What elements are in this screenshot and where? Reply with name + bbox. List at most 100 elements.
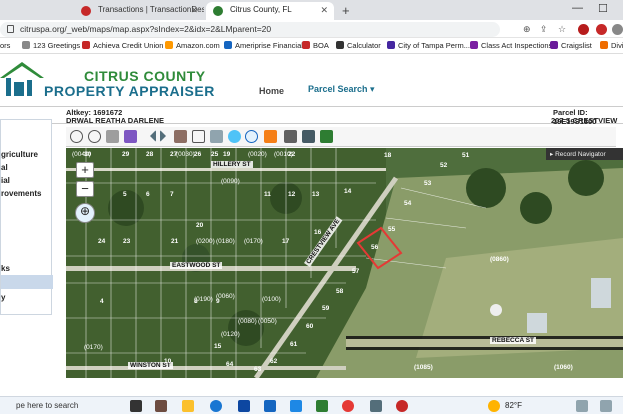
bookmark-item[interactable]: Craigslist — [550, 41, 592, 50]
sidebar-item[interactable]: ks — [1, 264, 10, 273]
sidebar-item[interactable]: y — [1, 293, 5, 302]
lot-number: 64 — [226, 361, 234, 368]
identify-icon[interactable] — [174, 130, 187, 143]
bookmark-item[interactable]: BOA — [302, 41, 329, 50]
parcel-id-label: (0100) — [262, 296, 281, 303]
street-label: REBECCA ST — [490, 337, 537, 344]
parcel-id-label: (0090) — [221, 178, 240, 185]
sidebar-item[interactable]: ial — [1, 176, 10, 185]
tab-transactions[interactable]: Transactions | TransactionDesk ✕ — [74, 2, 204, 20]
back-arrow-icon[interactable] — [144, 130, 156, 142]
url-box[interactable]: citruspa.org/_web/maps/map.aspx?sIndex=2… — [0, 22, 500, 37]
lot-number: 59 — [322, 305, 330, 312]
new-tab-icon[interactable]: + — [342, 3, 350, 18]
lot-number: 14 — [344, 188, 352, 195]
parcel-id-label: (0170) — [244, 238, 263, 245]
nav-parcel-search[interactable]: Parcel Search ▾ — [308, 84, 375, 95]
lot-number: 25 — [211, 151, 219, 158]
sidebar-item[interactable]: al — [1, 163, 8, 172]
bookmark-item[interactable]: Calculator — [336, 41, 381, 50]
maximize-icon[interactable]: ☐ — [598, 2, 608, 15]
street-label: EASTWOOD ST — [170, 262, 223, 269]
lot-number: 13 — [312, 191, 320, 198]
measure-icon[interactable] — [210, 130, 223, 143]
taskbar-search[interactable]: pe here to search — [16, 401, 78, 410]
close-icon[interactable]: ✕ — [190, 5, 198, 16]
zoom-icon[interactable]: ⊕ — [523, 24, 531, 35]
bookmark-item[interactable]: Class Act Inspections — [470, 41, 552, 50]
word-icon[interactable] — [290, 400, 302, 412]
extension-icon[interactable] — [596, 24, 607, 35]
parcel-id-label: (0190) — [194, 296, 213, 303]
select-icon[interactable] — [192, 130, 205, 143]
share-icon[interactable]: ⇪ — [540, 24, 548, 35]
bookmark-item[interactable]: Amazon.com — [165, 41, 220, 50]
lot-number: 53 — [424, 180, 432, 187]
app-icon[interactable] — [370, 400, 382, 412]
tampa-icon — [387, 41, 395, 49]
tray-icon[interactable] — [576, 400, 588, 412]
forward-arrow-icon[interactable] — [160, 130, 166, 142]
lot-number: 63 — [254, 366, 262, 373]
lot-number: 23 — [123, 238, 131, 245]
bookmark-item[interactable]: 123 Greetings — [22, 41, 80, 50]
bookmark-item[interactable]: Achieva Credit Union — [82, 41, 163, 50]
excel-icon[interactable] — [316, 400, 328, 412]
layers-icon[interactable] — [320, 130, 333, 143]
print-icon[interactable] — [284, 130, 297, 143]
lot-number: 7 — [170, 191, 174, 198]
chrome-icon[interactable] — [396, 400, 408, 412]
pan-hand-icon[interactable] — [106, 130, 119, 143]
bookmark-item[interactable]: Ameriprise Financial — [224, 41, 303, 50]
ameriprise-icon — [224, 41, 232, 49]
bookmarks-bar: ors 123 Greetings Achieva Credit Union A… — [0, 38, 623, 54]
url-text[interactable]: citruspa.org/_web/maps/map.aspx?sIndex=2… — [20, 24, 271, 34]
owner-name: DRWAL REATHA DARLENE — [66, 116, 165, 125]
locate-me-icon[interactable]: ⊕ — [75, 203, 95, 223]
record-navigator[interactable]: ▸ Record Navigator — [546, 148, 623, 160]
chrome-icon[interactable] — [342, 400, 354, 412]
zoom-in-tool-icon[interactable] — [70, 130, 83, 143]
zoom-out-tool-icon[interactable] — [88, 130, 101, 143]
star-icon[interactable]: ☆ — [558, 24, 566, 35]
bookmark-item[interactable]: City of Tampa Perm... — [387, 41, 470, 50]
outlook-icon[interactable] — [264, 400, 276, 412]
parcel-map[interactable]: ▸ Record Navigator + − ⊕ HILLERY ST EAST… — [66, 148, 623, 378]
parcel-id-label: (0860) — [490, 256, 509, 263]
info-icon[interactable] — [245, 130, 258, 143]
map-zoom-in-button[interactable]: + — [76, 162, 94, 178]
lot-number: 15 — [214, 343, 222, 350]
extension-icon[interactable] — [578, 24, 589, 35]
file-explorer-icon[interactable] — [182, 400, 194, 412]
full-extent-icon[interactable] — [124, 130, 137, 143]
task-view-icon[interactable] — [130, 400, 142, 412]
buffer-icon[interactable] — [264, 130, 277, 143]
lot-number: 17 — [282, 238, 290, 245]
lot-number: 56 — [371, 244, 379, 251]
tab-citrus-county[interactable]: Citrus County, FL ✕ — [206, 2, 334, 20]
sidebar-item-agriculture[interactable]: griculture — [1, 150, 38, 159]
browser-tab-bar: Transactions | TransactionDesk ✕ Citrus … — [0, 0, 623, 20]
classact-icon — [470, 41, 478, 49]
store-icon[interactable] — [238, 400, 250, 412]
boa-icon — [302, 41, 310, 49]
nav-home-link[interactable]: Home — [259, 86, 284, 96]
bookmark-item[interactable]: Divi — [600, 41, 623, 50]
lot-number: 24 — [98, 238, 106, 245]
lot-number: 6 — [146, 191, 150, 198]
export-icon[interactable] — [302, 130, 315, 143]
minimize-icon[interactable]: — — [572, 2, 583, 14]
lot-number: 12 — [288, 191, 296, 198]
parcel-id-label: (0080) — [238, 318, 257, 325]
locate-icon[interactable] — [228, 130, 241, 143]
edge-icon[interactable] — [210, 400, 222, 412]
lot-number: 5 — [123, 191, 127, 198]
tray-icon[interactable] — [600, 400, 612, 412]
sidebar-active-item[interactable] — [1, 275, 53, 289]
sidebar-item-improvements[interactable]: rovements — [1, 189, 41, 198]
close-icon[interactable]: ✕ — [320, 5, 328, 16]
widgets-icon[interactable] — [155, 400, 167, 412]
profile-avatar[interactable] — [612, 24, 623, 35]
lot-number: 62 — [270, 358, 278, 365]
bookmark-item[interactable]: ors — [0, 41, 10, 50]
